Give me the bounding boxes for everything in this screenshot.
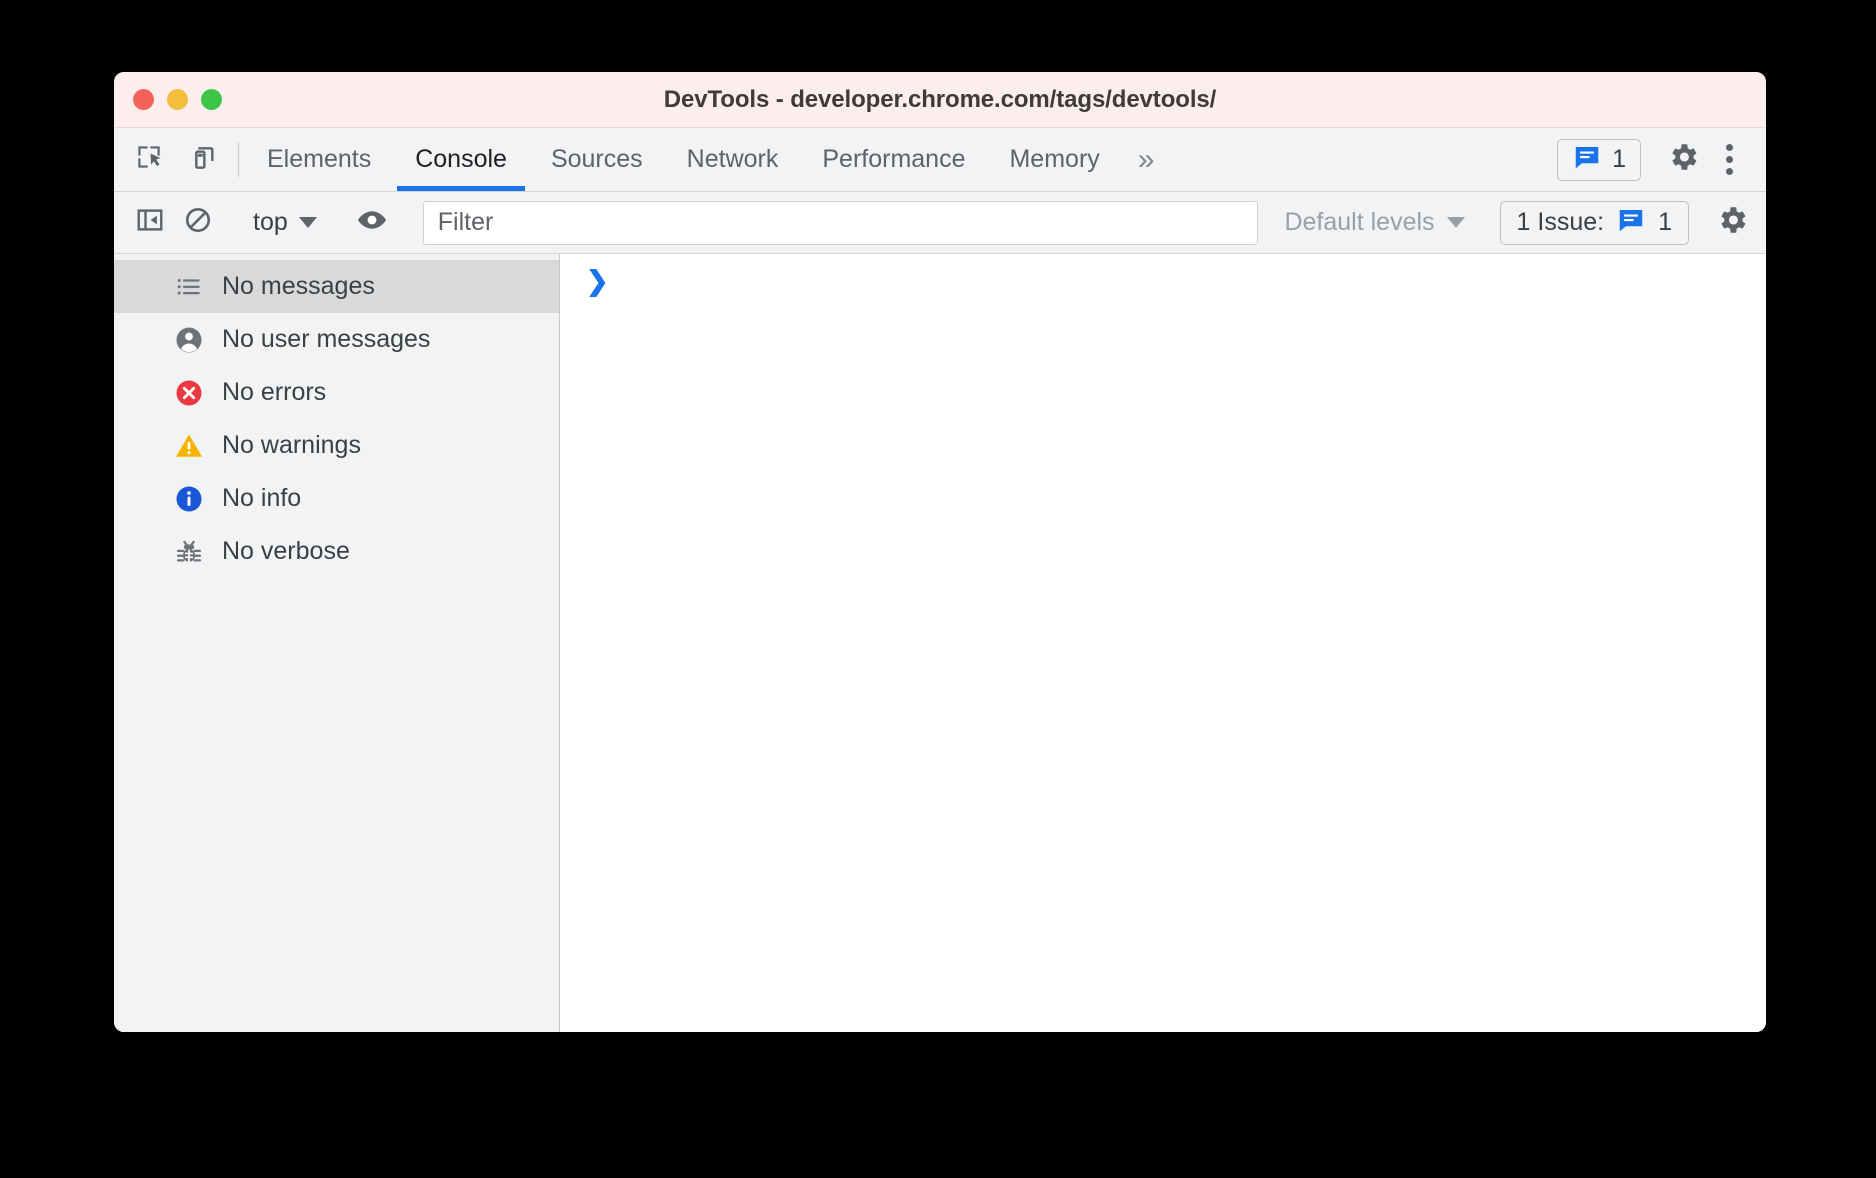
- tab-elements-label: Elements: [267, 145, 371, 174]
- chevron-down-icon: [299, 217, 317, 228]
- sidebar-item-messages-label: No messages: [222, 272, 375, 301]
- sidebar-item-verbose-label: No verbose: [222, 537, 350, 566]
- device-toolbar-icon: [185, 141, 217, 178]
- execution-context-selector[interactable]: top: [241, 201, 329, 245]
- bug-icon: [174, 537, 204, 567]
- tab-sources[interactable]: Sources: [529, 128, 665, 191]
- tabbar-issues-count: 1: [1612, 145, 1626, 174]
- tab-sources-label: Sources: [551, 145, 643, 174]
- tab-memory[interactable]: Memory: [987, 128, 1121, 191]
- console-issues-count: 1: [1658, 208, 1672, 237]
- sidebar-item-info-label: No info: [222, 484, 301, 513]
- console-issues-label: 1 Issue:: [1517, 208, 1605, 237]
- sidebar-item-verbose[interactable]: No verbose: [114, 525, 559, 578]
- sidebar-item-errors-label: No errors: [222, 378, 326, 407]
- console-sidebar: No messages No user messages: [114, 254, 560, 1032]
- sidebar-item-user-messages-label: No user messages: [222, 325, 430, 354]
- tab-elements[interactable]: Elements: [245, 128, 393, 191]
- sidebar-item-warnings-label: No warnings: [222, 431, 361, 460]
- clear-console-button[interactable]: [176, 201, 220, 245]
- tab-console-label: Console: [415, 145, 507, 174]
- screenshot-root: DevTools - developer.chrome.com/tags/dev…: [0, 0, 1876, 1178]
- console-issues-button[interactable]: 1 Issue: 1: [1500, 201, 1689, 245]
- panel-tabs: Elements Console Sources Network Perform…: [245, 128, 1557, 191]
- sidebar-item-messages[interactable]: No messages: [114, 260, 559, 313]
- device-toolbar-button[interactable]: [180, 139, 222, 181]
- inspect-element-button[interactable]: [128, 139, 170, 181]
- devtools-window: DevTools - developer.chrome.com/tags/dev…: [114, 72, 1766, 1032]
- console-settings-button[interactable]: [1710, 201, 1754, 245]
- tabbar-left-icons: [114, 128, 232, 191]
- tab-network[interactable]: Network: [665, 128, 801, 191]
- gear-icon: [1715, 203, 1749, 242]
- warning-icon: [174, 431, 204, 461]
- eye-icon: [356, 204, 388, 241]
- tab-performance-label: Performance: [822, 145, 965, 174]
- issues-speech-bubble-icon: [1572, 142, 1602, 177]
- sidebar-item-user-messages[interactable]: No user messages: [114, 313, 559, 366]
- tabbar-divider: [238, 142, 239, 177]
- devtools-tabbar: Elements Console Sources Network Perform…: [114, 128, 1766, 192]
- chevron-down-icon: [1447, 217, 1465, 228]
- sidebar-item-info[interactable]: No info: [114, 472, 559, 525]
- issues-speech-bubble-icon: [1616, 205, 1646, 240]
- tab-console[interactable]: Console: [393, 128, 529, 191]
- clear-console-icon: [183, 205, 213, 240]
- devtools-settings-button[interactable]: [1662, 139, 1704, 181]
- gear-icon: [1666, 140, 1700, 179]
- tabbar-right-controls: 1: [1557, 128, 1766, 191]
- execution-context-label: top: [253, 208, 288, 237]
- log-levels-label: Default levels: [1284, 208, 1434, 237]
- log-levels-selector[interactable]: Default levels: [1270, 201, 1478, 245]
- chevrons-right-icon: »: [1138, 143, 1155, 177]
- live-expression-button[interactable]: [350, 201, 394, 245]
- console-toolbar: top Filter Default levels: [114, 192, 1766, 254]
- more-vertical-icon: [1726, 144, 1733, 175]
- tab-memory-label: Memory: [1009, 145, 1099, 174]
- console-prompt-row[interactable]: ❯: [586, 268, 1766, 302]
- inspect-element-icon: [133, 141, 165, 178]
- console-filter-input[interactable]: Filter: [423, 201, 1259, 245]
- show-console-sidebar-icon: [135, 205, 165, 240]
- console-body: No messages No user messages: [114, 254, 1766, 1032]
- sidebar-item-errors[interactable]: No errors: [114, 366, 559, 419]
- console-output-area[interactable]: ❯: [560, 254, 1766, 1032]
- tab-network-label: Network: [687, 145, 779, 174]
- console-sidebar-toggle-button[interactable]: [128, 201, 172, 245]
- more-tabs-button[interactable]: »: [1122, 128, 1171, 191]
- error-icon: [174, 378, 204, 408]
- tabbar-issues-badge[interactable]: 1: [1557, 139, 1641, 181]
- tab-performance[interactable]: Performance: [800, 128, 987, 191]
- console-prompt-chevron-icon: ❯: [586, 268, 609, 295]
- console-filter-placeholder: Filter: [438, 208, 494, 237]
- sidebar-item-warnings[interactable]: No warnings: [114, 419, 559, 472]
- window-titlebar: DevTools - developer.chrome.com/tags/dev…: [114, 72, 1766, 128]
- info-icon: [174, 484, 204, 514]
- list-icon: [174, 272, 204, 302]
- devtools-main-menu-button[interactable]: [1708, 139, 1750, 181]
- user-icon: [174, 325, 204, 355]
- window-title: DevTools - developer.chrome.com/tags/dev…: [114, 86, 1766, 114]
